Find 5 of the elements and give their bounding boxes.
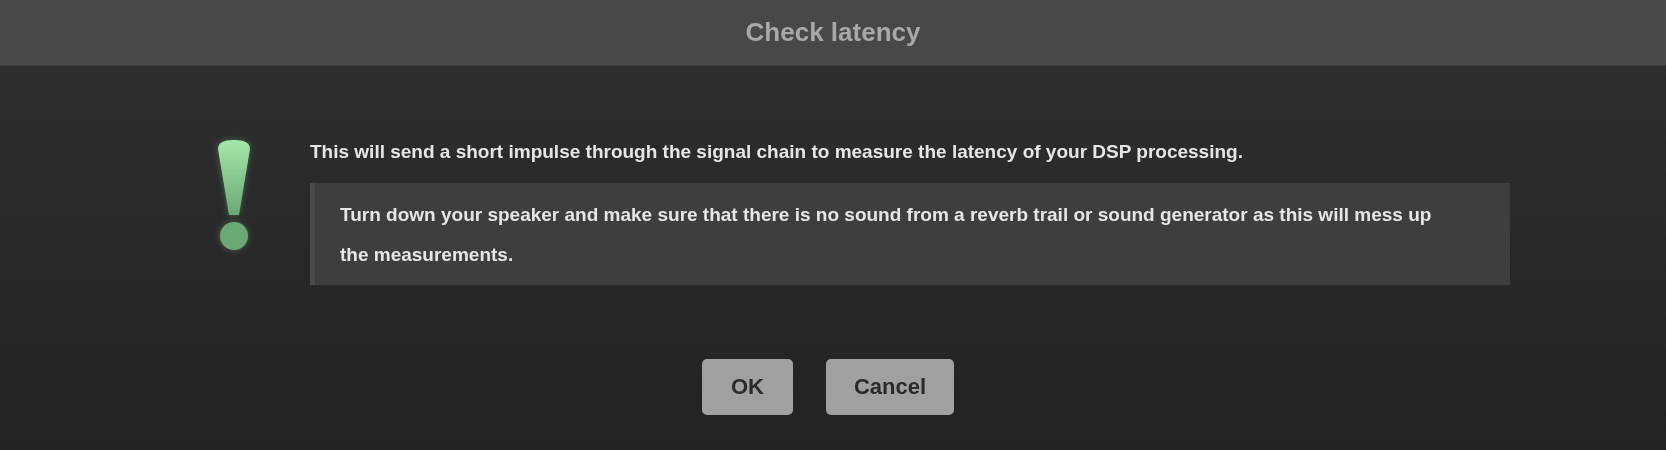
message-text: This will send a short impulse through the signal chain to measure the latency of your DSP processing. xyxy=(310,140,1244,164)
ok-button[interactable]: OK xyxy=(702,359,793,415)
warning-note: Turn down your speaker and make sure that there is no sound from a reverb trail or sound generator as this will mess up the measurements. xyxy=(310,183,1510,285)
cancel-button[interactable]: Cancel xyxy=(826,359,954,415)
window-title: Check latency xyxy=(745,17,921,48)
